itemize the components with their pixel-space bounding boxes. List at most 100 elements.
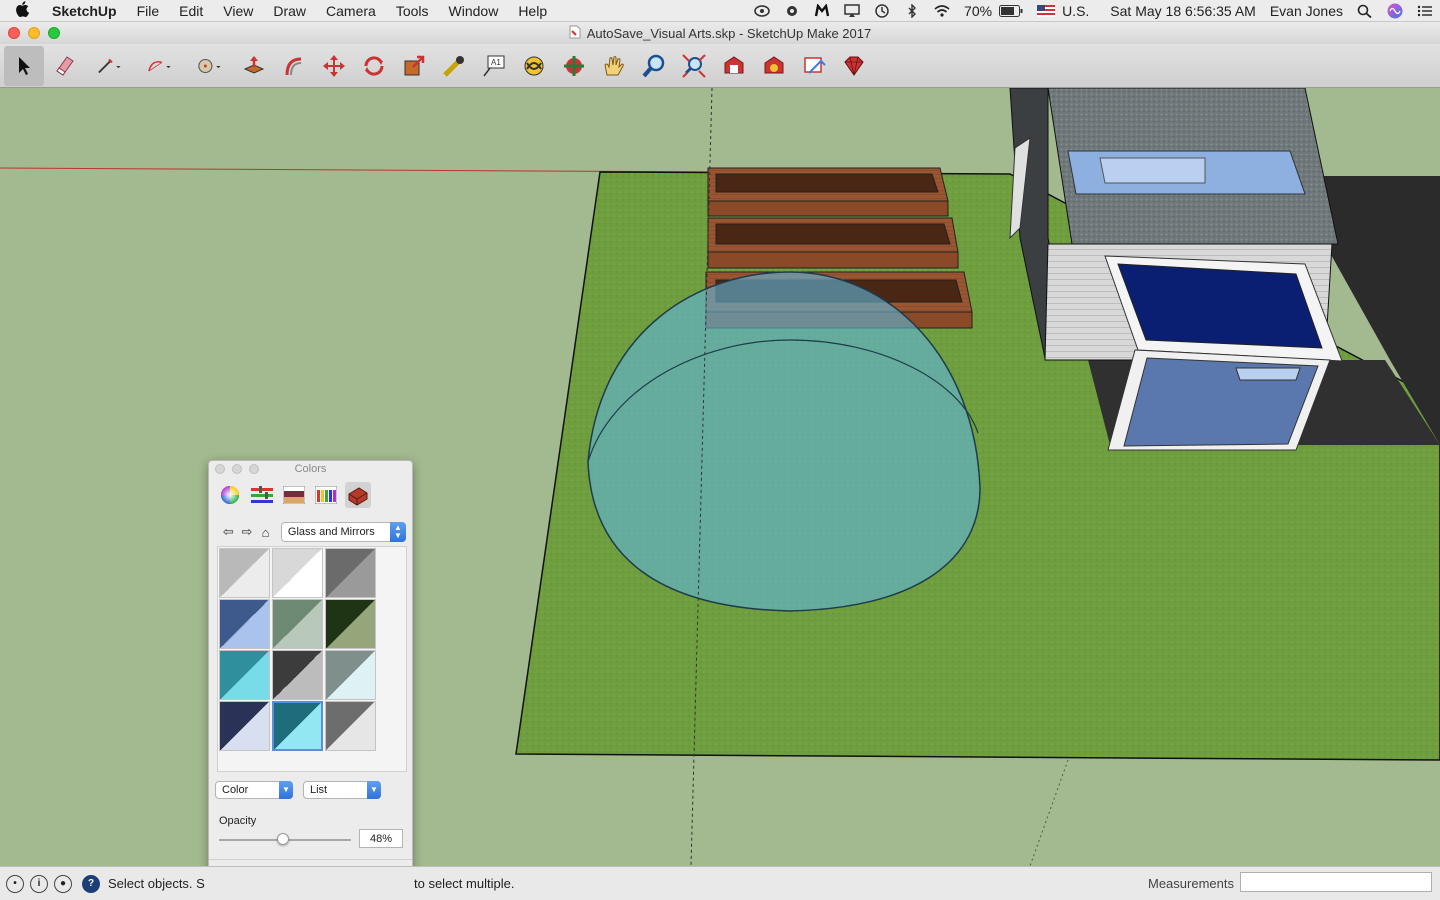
airplay-icon[interactable]: [837, 4, 867, 18]
home-icon[interactable]: ⌂: [258, 525, 273, 540]
opacity-input[interactable]: 48%: [359, 829, 403, 848]
material-swatch[interactable]: [272, 599, 323, 649]
display-mode-select[interactable]: Color ▼: [215, 781, 293, 799]
window-title-bar: AutoSave_Visual Arts.skp - SketchUp Make…: [0, 22, 1440, 44]
minimize-button[interactable]: [28, 27, 40, 39]
move-tool-icon[interactable]: [314, 46, 354, 86]
tape-measure-tool-icon[interactable]: [434, 46, 474, 86]
user-name[interactable]: Evan Jones: [1263, 3, 1350, 19]
text-tool-icon[interactable]: A1: [474, 46, 514, 86]
menu-view[interactable]: View: [213, 3, 263, 19]
material-swatch[interactable]: [272, 548, 323, 598]
status-hint-right: to select multiple.: [414, 876, 515, 891]
credits-icon[interactable]: i: [30, 874, 48, 893]
menu-file[interactable]: File: [127, 3, 170, 19]
zoom-extents-tool-icon[interactable]: [674, 46, 714, 86]
push-pull-tool-icon[interactable]: [234, 46, 274, 86]
layout-icon[interactable]: [794, 46, 834, 86]
battery-icon[interactable]: [999, 5, 1030, 17]
time-machine-icon[interactable]: [867, 4, 897, 18]
panel-close-button[interactable]: [215, 464, 225, 474]
opacity-label: Opacity: [219, 815, 257, 827]
arc-tool-icon[interactable]: [134, 46, 184, 86]
zoom-button[interactable]: [48, 27, 60, 39]
shape-tool-icon[interactable]: [184, 46, 234, 86]
menu-tools[interactable]: Tools: [386, 3, 439, 19]
ruby-console-icon[interactable]: [834, 46, 874, 86]
select-tool-icon[interactable]: [4, 45, 44, 86]
follow-me-tool-icon[interactable]: [274, 46, 314, 86]
hand-tool-icon[interactable]: [594, 46, 634, 86]
document-icon: [569, 25, 581, 42]
display-mode-value: Color: [222, 784, 249, 796]
pan-tool-icon[interactable]: [554, 46, 594, 86]
material-swatch[interactable]: [219, 650, 270, 700]
zoom-tool-icon[interactable]: [634, 46, 674, 86]
image-palettes-icon[interactable]: [313, 482, 339, 508]
material-swatch[interactable]: [219, 599, 270, 649]
colors-panel-titlebar[interactable]: Colors: [209, 461, 412, 477]
apple-icon[interactable]: [0, 0, 44, 21]
materials-brick-icon[interactable]: [345, 482, 371, 508]
opacity-slider[interactable]: [219, 832, 351, 848]
siri-icon[interactable]: [1380, 3, 1410, 19]
bluetooth-icon[interactable]: [897, 4, 927, 18]
window-title: AutoSave_Visual Arts.skp - SketchUp Make…: [586, 25, 872, 41]
line-tool-icon[interactable]: [84, 46, 134, 86]
color-sliders-icon[interactable]: [249, 482, 275, 508]
material-swatch[interactable]: [219, 701, 270, 751]
spotlight-search-icon[interactable]: [1350, 4, 1380, 18]
orbit-tool-icon[interactable]: [514, 46, 554, 86]
opacity-thumb[interactable]: [277, 833, 289, 845]
chevron-down-icon: ▼: [279, 781, 293, 799]
measurements-input[interactable]: [1240, 872, 1432, 892]
view-mode-select[interactable]: List ▼: [303, 781, 381, 799]
color-palettes-icon[interactable]: [281, 482, 307, 508]
clock[interactable]: Sat May 18 6:56:35 AM: [1096, 3, 1263, 19]
material-swatch[interactable]: [272, 650, 323, 700]
material-library-select[interactable]: Glass and Mirrors ▲ ▼: [280, 522, 407, 542]
planter-box-1[interactable]: [707, 167, 949, 217]
planter-box-2[interactable]: [707, 217, 959, 269]
geo-location-icon[interactable]: •: [6, 874, 24, 893]
input-source[interactable]: U.S.: [1062, 3, 1096, 19]
menu-camera[interactable]: Camera: [316, 3, 386, 19]
user-account-icon[interactable]: ●: [54, 874, 72, 893]
wifi-icon[interactable]: [927, 4, 957, 18]
forward-arrow-icon[interactable]: ⇨: [240, 524, 255, 540]
material-swatch-grid: [217, 546, 407, 772]
main-toolbar: A1: [0, 44, 1440, 88]
notification-center-icon[interactable]: [1410, 4, 1440, 18]
malwarebytes-icon[interactable]: [807, 4, 837, 18]
app-menu[interactable]: SketchUp: [44, 3, 127, 19]
close-button[interactable]: [8, 27, 20, 39]
help-icon[interactable]: ?: [82, 874, 100, 893]
flag-icon[interactable]: [1030, 5, 1062, 17]
color-wheel-icon[interactable]: [217, 482, 243, 508]
menu-draw[interactable]: Draw: [263, 3, 316, 19]
scale-tool-icon[interactable]: [394, 46, 434, 86]
menu-bar: SketchUp File Edit View Draw Camera Tool…: [0, 0, 1440, 22]
materials-nav: ⇦ ⇨ ⌂ Glass and Mirrors ▲ ▼: [209, 517, 412, 547]
eraser-tool-icon[interactable]: [44, 46, 84, 86]
panel-zoom-button[interactable]: [249, 464, 259, 474]
menu-help[interactable]: Help: [508, 3, 557, 19]
back-arrow-icon[interactable]: ⇦: [221, 524, 236, 540]
measurements-label: Measurements: [1148, 876, 1234, 891]
material-swatch[interactable]: [325, 548, 376, 598]
material-swatch[interactable]: [272, 701, 323, 751]
extension-warehouse-icon[interactable]: [754, 46, 794, 86]
panel-minimize-button[interactable]: [232, 464, 242, 474]
gear-icon[interactable]: [777, 4, 807, 18]
menu-edit[interactable]: Edit: [169, 3, 213, 19]
rotate-tool-icon[interactable]: [354, 46, 394, 86]
creative-cloud-icon[interactable]: [747, 4, 777, 18]
material-swatch[interactable]: [325, 599, 376, 649]
status-bar: • i ● ? Select objects. S to select mult…: [0, 866, 1440, 900]
3d-warehouse-icon[interactable]: [714, 46, 754, 86]
material-swatch[interactable]: [219, 548, 270, 598]
material-swatch[interactable]: [325, 701, 376, 751]
menu-window[interactable]: Window: [439, 3, 509, 19]
material-swatch[interactable]: [325, 650, 376, 700]
colors-panel[interactable]: Colors ⇦ ⇨ ⌂ Glass and Mirrors ▲ ▼ Color …: [208, 460, 413, 900]
